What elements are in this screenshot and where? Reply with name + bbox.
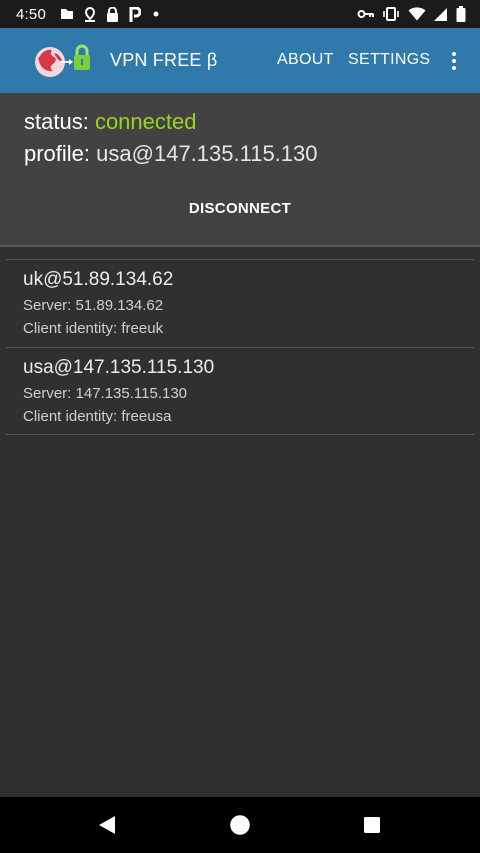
location-pin-icon (84, 6, 96, 22)
lock-icon (106, 6, 119, 22)
profile-value: usa@147.135.115.130 (96, 141, 318, 166)
profile-identity: Client identity: freeuk (23, 320, 164, 337)
app-title: VPN FREE β (110, 50, 218, 70)
status-time: 4:50 (16, 5, 46, 23)
profile-identity: Client identity: freeusa (23, 408, 172, 425)
about-button[interactable]: ABOUT (277, 51, 334, 69)
signal-icon (434, 7, 448, 21)
status-value: connected (94, 109, 197, 134)
vibrate-icon (382, 7, 400, 21)
list-item[interactable]: uk@51.89.134.62 Server: 51.89.134.62 Cli… (6, 259, 474, 347)
status-line: status: connected (24, 109, 196, 135)
profile-server: Server: 147.135.115.130 (23, 385, 188, 402)
profile-name: usa@147.135.115.130 (23, 357, 215, 378)
connection-status-panel: status: connected profile: usa@147.135.1… (0, 93, 480, 245)
profile-list: uk@51.89.134.62 Server: 51.89.134.62 Cli… (6, 259, 474, 435)
status-right-icons (357, 6, 466, 22)
dot-icon (151, 9, 161, 19)
status-bar: 4:50 (0, 0, 480, 28)
battery-icon (456, 6, 466, 22)
settings-button[interactable]: SETTINGS (348, 51, 430, 69)
home-icon[interactable] (228, 814, 252, 841)
recents-icon[interactable] (362, 814, 382, 841)
profile-label: profile: (24, 141, 91, 166)
app-bar: VPN FREE β ABOUT SETTINGS (0, 28, 480, 93)
list-item[interactable]: usa@147.135.115.130 Server: 147.135.115.… (6, 347, 474, 435)
status-label: status: (24, 109, 89, 134)
disconnect-button[interactable]: DISCONNECT (160, 193, 320, 223)
vpn-logo-icon (33, 42, 93, 80)
wifi-icon (408, 7, 426, 21)
profile-name: uk@51.89.134.62 (23, 269, 174, 290)
file-icon (60, 8, 74, 20)
vpn-key-icon (357, 9, 374, 19)
back-icon[interactable] (97, 814, 117, 841)
overflow-menu-icon[interactable] (444, 48, 464, 74)
p-app-icon (129, 6, 141, 22)
profile-line: profile: usa@147.135.115.130 (24, 141, 318, 167)
status-left-icons (60, 6, 161, 22)
profile-server: Server: 51.89.134.62 (23, 297, 164, 314)
navigation-bar (0, 797, 480, 853)
panel-divider (0, 245, 480, 247)
